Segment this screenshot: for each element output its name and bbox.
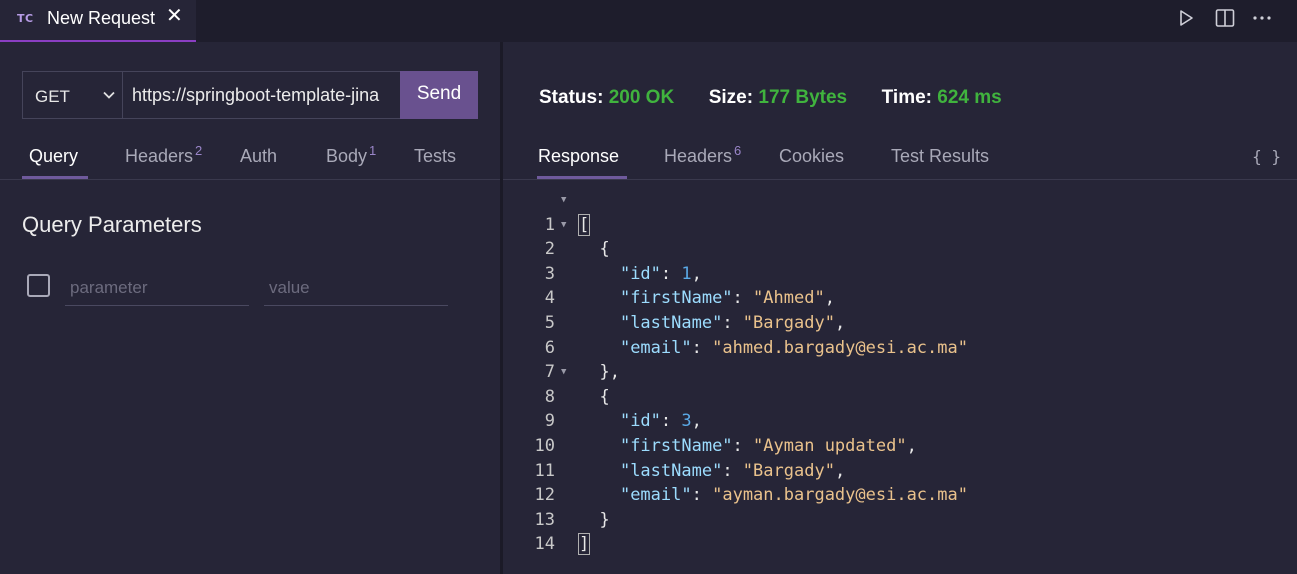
tab-body[interactable]: Body 1: [326, 143, 377, 167]
body-count-badge: 1: [369, 143, 377, 158]
response-body[interactable]: 1 ▼[ 2 ▼ { 3 "id": 1, 4 "firstName": "Ahme…: [503, 188, 1297, 556]
query-parameters-heading: Query Parameters: [22, 212, 202, 237]
size-value: 177 Bytes: [758, 87, 848, 108]
line-number: 14: [534, 534, 555, 555]
url-input[interactable]: https://springboot-template-jina: [122, 71, 401, 119]
code-line: 11 "lastName": "Bargady",: [503, 434, 1297, 481]
request-pane: GET https://springboot-template-jina Sen…: [0, 42, 500, 574]
title-bar: TC New Request ✕: [0, 0, 1297, 42]
status-label: Status:: [539, 87, 604, 108]
value-input[interactable]: [264, 270, 448, 306]
parameter-input[interactable]: [65, 270, 249, 306]
send-button[interactable]: Send: [400, 71, 478, 119]
code-line: 7 },: [503, 336, 1297, 382]
response-summary: Status: 200 OK Size: 177 Bytes Time: 624…: [539, 87, 1002, 109]
request-tab[interactable]: TC New Request ✕: [0, 0, 196, 42]
close-tab-icon[interactable]: ✕: [166, 5, 183, 27]
code-line: 13 }: [503, 483, 1297, 530]
code-line: 3 "id": 1,: [503, 237, 1297, 284]
split-editor-icon[interactable]: [1214, 7, 1236, 29]
code-line: 8 ▼ {: [503, 360, 1297, 407]
response-tabs: Response Headers 6 Cookies Test Results {…: [503, 138, 1297, 180]
method-select[interactable]: GET: [22, 71, 123, 119]
thunder-client-logo: TC: [17, 12, 34, 25]
code-line: 14]: [503, 508, 1297, 556]
chevron-down-icon: [102, 88, 116, 107]
tab-response-headers[interactable]: Headers 6: [664, 143, 742, 167]
code-line: 10 "firstName": "Ayman updated",: [503, 409, 1297, 456]
request-tabs: Query Headers 2 Auth Body 1 Tests: [0, 138, 500, 180]
size-label: Size:: [708, 87, 754, 108]
tab-auth[interactable]: Auth: [240, 146, 277, 167]
code-line: 4 "firstName": "Ahmed",: [503, 262, 1297, 308]
code-line: 9 "id": 3,: [503, 385, 1297, 431]
code-line: 1 ▼[: [503, 188, 1297, 236]
url-value: https://springboot-template-jina: [132, 85, 380, 105]
code-line: 5 "lastName": "Bargady",: [503, 286, 1297, 333]
method-value: GET: [35, 87, 70, 106]
time-label: Time:: [881, 87, 933, 108]
param-enable-checkbox[interactable]: [27, 274, 50, 297]
tab-headers[interactable]: Headers 2: [125, 143, 203, 167]
headers-count-badge: 2: [195, 143, 203, 158]
tab-test-results[interactable]: Test Results: [891, 146, 989, 167]
tab-tests[interactable]: Tests: [414, 146, 456, 167]
code-line: 12 "email": "ayman.bargady@esi.ac.ma": [503, 459, 1297, 505]
status-value: 200 OK: [608, 87, 675, 108]
code-line: 6 "email": "ahmed.bargady@esi.ac.ma": [503, 311, 1297, 358]
fold-arrow-icon[interactable]: ▼: [561, 360, 566, 385]
tab-query[interactable]: Query: [29, 146, 78, 167]
fold-arrow-icon[interactable]: ▼: [561, 213, 566, 238]
response-headers-count-badge: 6: [734, 143, 742, 158]
time-value: 624 ms: [937, 87, 1002, 108]
response-pane: Status: 200 OK Size: 177 Bytes Time: 624…: [503, 42, 1297, 574]
fold-arrow-icon[interactable]: ▼: [561, 188, 566, 213]
code-line: 2 ▼ {: [503, 213, 1297, 260]
more-icon[interactable]: [1251, 7, 1273, 29]
tab-title: New Request: [47, 8, 156, 28]
active-tab-indicator: [537, 176, 627, 179]
format-json-icon[interactable]: { }: [1252, 147, 1281, 166]
play-icon[interactable]: [1175, 7, 1197, 29]
active-tab-indicator: [22, 176, 88, 179]
tab-cookies[interactable]: Cookies: [779, 146, 844, 167]
tab-response[interactable]: Response: [538, 146, 619, 167]
